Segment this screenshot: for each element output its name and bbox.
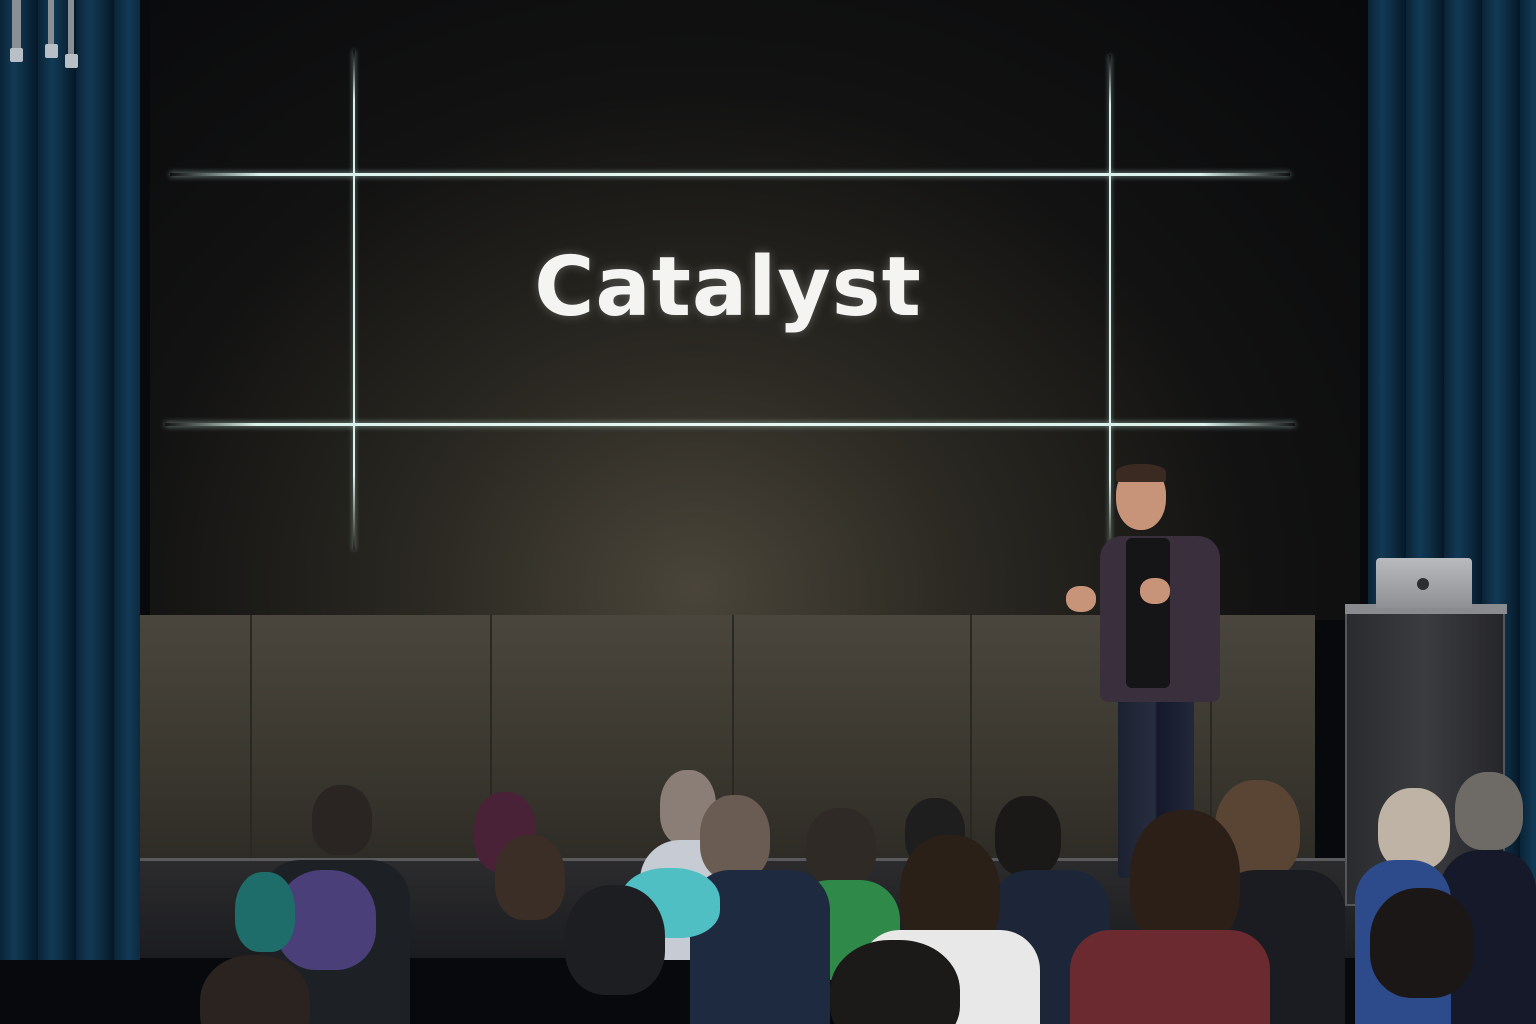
audience-head <box>312 785 372 855</box>
audience-head <box>806 808 876 886</box>
presenter-hand-right <box>1140 578 1170 604</box>
audience-head <box>565 885 665 995</box>
stage-wall-seam <box>970 615 972 865</box>
screen-grid-line-top <box>170 173 1290 176</box>
audience-head <box>830 940 960 1024</box>
audience-head <box>1378 788 1450 870</box>
screen-title: Catalyst <box>534 240 922 335</box>
audience-head <box>1455 772 1523 850</box>
hanging-light <box>12 0 21 50</box>
curtain-left <box>0 0 140 960</box>
hanging-light <box>48 0 54 46</box>
light-fixture-icon <box>45 44 58 58</box>
stage-wall-seam <box>250 615 252 865</box>
audience-head <box>700 795 770 880</box>
audience-head <box>1370 888 1474 998</box>
audience-head <box>995 796 1061 876</box>
audience-member <box>1070 930 1270 1024</box>
light-fixture-icon <box>65 54 78 68</box>
presenter-shirt <box>1126 538 1170 688</box>
screen-grid-line-bottom <box>165 423 1295 426</box>
conference-stage-photo: Catalyst <box>0 0 1536 1024</box>
apple-logo-icon <box>1417 578 1429 590</box>
light-fixture-icon <box>10 48 23 62</box>
audience-head <box>495 835 565 920</box>
presenter-hair <box>1116 464 1166 482</box>
presenter-hand-left <box>1066 586 1096 612</box>
audience-head <box>1130 810 1240 950</box>
hanging-light <box>68 0 74 56</box>
audience-head <box>235 872 295 952</box>
